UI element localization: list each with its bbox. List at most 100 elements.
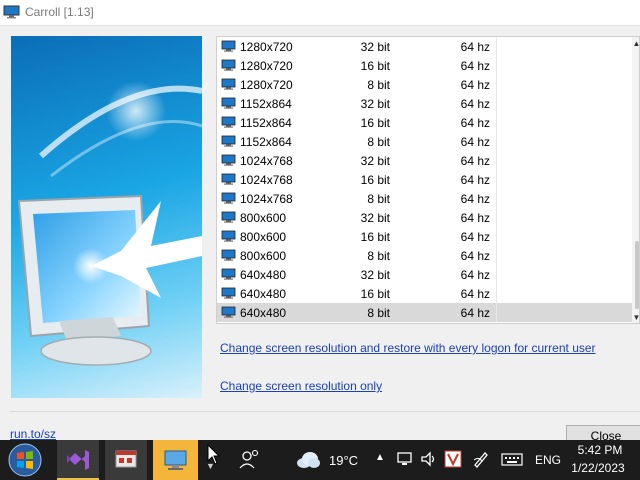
dialog-app-icon [115,450,137,468]
monitor-icon [221,116,236,128]
resolution-value: 640x480 [240,268,287,282]
monitor-icon [221,40,236,52]
refresh-rate-value: 64 hz [460,154,490,168]
keyboard-icon[interactable] [501,450,523,468]
color-depth-value: 8 bit [367,192,390,206]
resolution-row[interactable]: 640x480 8 bit 64 hz [217,303,639,322]
resolution-row[interactable]: 1024x768 32 bit 64 hz [217,151,639,170]
color-depth-value: 8 bit [367,306,390,320]
show-hidden-icons-chevron-icon[interactable]: ▲ [375,452,385,463]
column-separator [496,284,497,303]
color-depth-value: 32 bit [360,154,390,168]
refresh-rate-value: 64 hz [460,40,490,54]
column-separator [496,189,497,208]
scroll-thumb[interactable] [635,241,639,309]
resolution-row[interactable]: 800x600 8 bit 64 hz [217,246,639,265]
monitor-icon [221,211,236,223]
title-bar[interactable]: Carroll [1.13] [0,0,640,26]
volume-icon[interactable] [420,450,438,468]
color-depth-value: 8 bit [367,78,390,92]
monitor-icon [221,154,236,166]
dialog-app-taskbar-button[interactable] [105,440,147,480]
scroll-up-arrow-icon[interactable]: ▲ [632,39,639,48]
resolution-value: 1280x720 [240,40,293,54]
change-resolution-only-link[interactable]: Change screen resolution only [220,379,382,393]
resolution-row[interactable]: 1152x864 16 bit 64 hz [217,113,639,132]
list-scrollbar[interactable]: ▲ ▼ [632,37,639,323]
people-button[interactable] [237,440,263,480]
resolution-row[interactable]: 1280x720 32 bit 64 hz [217,37,639,56]
monitor-icon [221,306,236,318]
color-depth-value: 16 bit [360,116,390,130]
resolution-value: 800x600 [240,211,287,225]
network-icon[interactable] [396,450,414,468]
resolution-row[interactable]: 1024x768 8 bit 64 hz [217,189,639,208]
refresh-rate-value: 64 hz [460,230,490,244]
change-and-restore-link[interactable]: Change screen resolution and restore wit… [220,341,596,355]
refresh-rate-value: 64 hz [460,116,490,130]
column-separator [496,113,497,132]
mouse-cursor-icon [207,444,221,465]
resolution-row[interactable]: 640x480 32 bit 64 hz [217,265,639,284]
resolution-row[interactable]: 800x600 32 bit 64 hz [217,208,639,227]
column-separator [496,227,497,246]
resolution-value: 1152x864 [240,116,292,130]
color-depth-value: 8 bit [367,135,390,149]
resolution-value: 1152x864 [240,97,292,111]
monitor-icon [221,97,236,109]
input-language-indicator[interactable]: ENG [535,453,561,467]
visual-studio-taskbar-button[interactable] [57,440,99,480]
monitor-icon [221,287,236,299]
color-depth-value: 32 bit [360,268,390,282]
color-depth-value: 16 bit [360,230,390,244]
column-separator [496,132,497,151]
resolution-row[interactable]: 640x480 16 bit 64 hz [217,284,639,303]
clock-date[interactable]: 1/22/2023 [566,461,630,475]
refresh-rate-value: 64 hz [460,268,490,282]
resolution-row[interactable]: 1280x720 8 bit 64 hz [217,75,639,94]
monitor-icon [221,268,236,280]
refresh-rate-value: 64 hz [460,173,490,187]
clock-time[interactable]: 5:42 PM [570,443,630,457]
resolution-row[interactable]: 1280x720 16 bit 64 hz [217,56,639,75]
resolution-row[interactable]: 1152x864 32 bit 64 hz [217,94,639,113]
resolution-list[interactable]: 1280x720 32 bit 64 hz 1280x720 16 bit 64 hz 12… [216,36,640,324]
color-depth-value: 16 bit [360,59,390,73]
column-separator [496,94,497,113]
refresh-rate-value: 64 hz [460,192,490,206]
refresh-rate-value: 64 hz [460,306,490,320]
monitor-illustration [11,36,202,398]
resolution-row[interactable]: 800x600 16 bit 64 hz [217,227,639,246]
cloud-icon[interactable] [295,451,321,469]
column-separator [496,170,497,189]
resolution-row[interactable]: 1024x768 16 bit 64 hz [217,170,639,189]
monitor-icon [221,230,236,242]
refresh-rate-value: 64 hz [460,59,490,73]
start-button[interactable] [5,442,45,478]
monitor-app-icon [3,5,20,19]
refresh-rate-value: 64 hz [460,211,490,225]
monitor-icon [221,135,236,147]
website-link[interactable]: run.to/sz [10,427,56,441]
resolution-value: 640x480 [240,306,287,320]
app-v-icon[interactable] [444,450,462,468]
column-separator [496,303,497,322]
refresh-rate-value: 64 hz [460,135,490,149]
resolution-row[interactable]: 1152x864 8 bit 64 hz [217,132,639,151]
monitor-icon [221,59,236,71]
monitor-icon [221,173,236,185]
pen-icon[interactable] [472,450,490,468]
column-separator [496,246,497,265]
color-depth-value: 32 bit [360,40,390,54]
refresh-rate-value: 64 hz [460,78,490,92]
column-separator [496,208,497,227]
resolution-value: 1024x768 [240,154,293,168]
weather-temperature[interactable]: 19°C [329,453,358,468]
column-separator [496,265,497,284]
monitor-icon [221,192,236,204]
scroll-down-arrow-icon[interactable]: ▼ [632,313,639,322]
column-separator [496,37,497,56]
resolution-app-taskbar-button[interactable] [153,440,198,480]
column-separator [496,75,497,94]
divider [10,411,640,412]
